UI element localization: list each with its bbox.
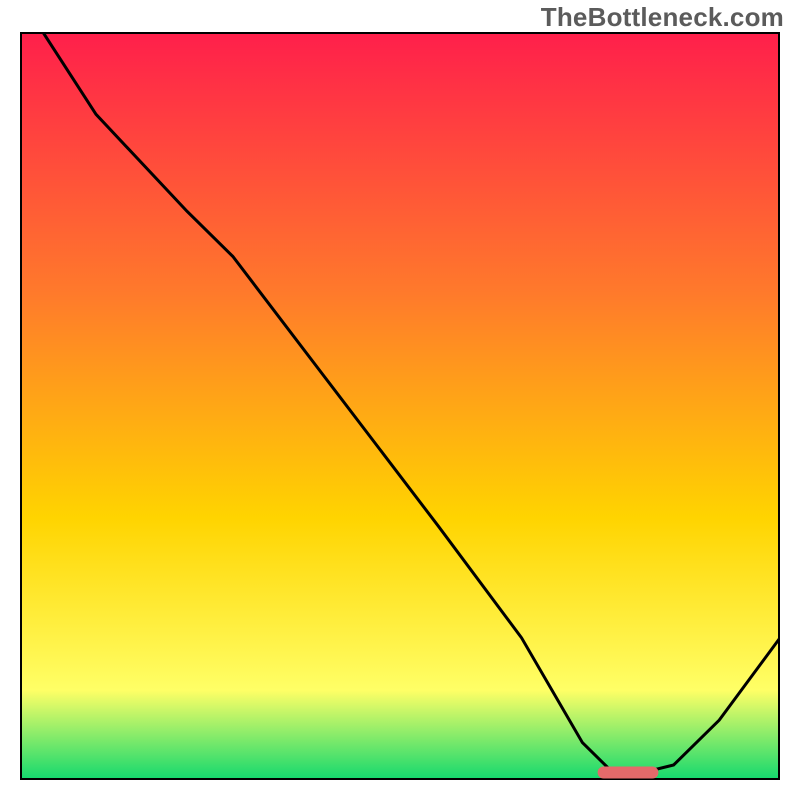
gradient-bg — [20, 32, 780, 780]
chart-svg — [20, 32, 780, 780]
watermark-text: TheBottleneck.com — [541, 2, 784, 33]
chart-frame: TheBottleneck.com — [0, 0, 800, 800]
plot-area — [20, 32, 780, 780]
optimal-range-marker — [598, 767, 659, 779]
